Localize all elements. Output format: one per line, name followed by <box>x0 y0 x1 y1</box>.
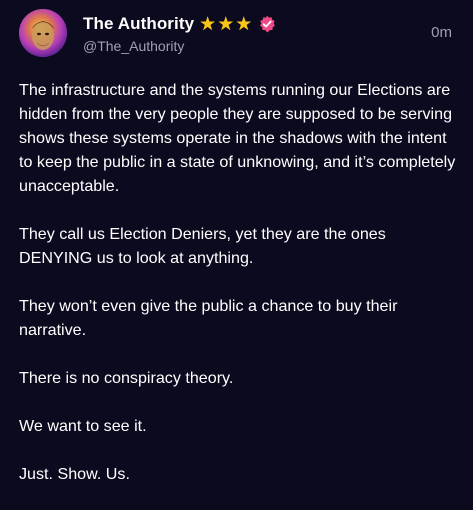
star-icon: ★ <box>199 13 217 35</box>
post-paragraph: The infrastructure and the systems runni… <box>19 81 456 195</box>
author-name-row: The Authority ★ ★ ★ <box>83 12 276 36</box>
post-card: The Authority ★ ★ ★ @The_Authority 0m Th… <box>0 0 473 500</box>
post-paragraph: There is no conspiracy theory. <box>19 369 234 387</box>
verified-badge-icon <box>258 15 276 33</box>
avatar-image <box>19 9 67 57</box>
star-icon: ★ <box>217 13 235 35</box>
post-paragraph: They won’t even give the public a chance… <box>19 297 398 339</box>
post-timestamp: 0m <box>431 24 452 41</box>
post-paragraph: We want to see it. <box>19 417 147 435</box>
author-handle[interactable]: @The_Authority <box>83 38 184 54</box>
post-paragraph: They call us Election Deniers, yet they … <box>19 225 386 267</box>
post-paragraph: Just. Show. Us. <box>19 465 130 483</box>
post-body: The infrastructure and the systems runni… <box>19 78 461 510</box>
avatar[interactable] <box>19 9 67 57</box>
rating-stars: ★ ★ ★ <box>199 15 253 34</box>
star-icon: ★ <box>235 13 253 35</box>
display-name[interactable]: The Authority <box>83 14 194 34</box>
